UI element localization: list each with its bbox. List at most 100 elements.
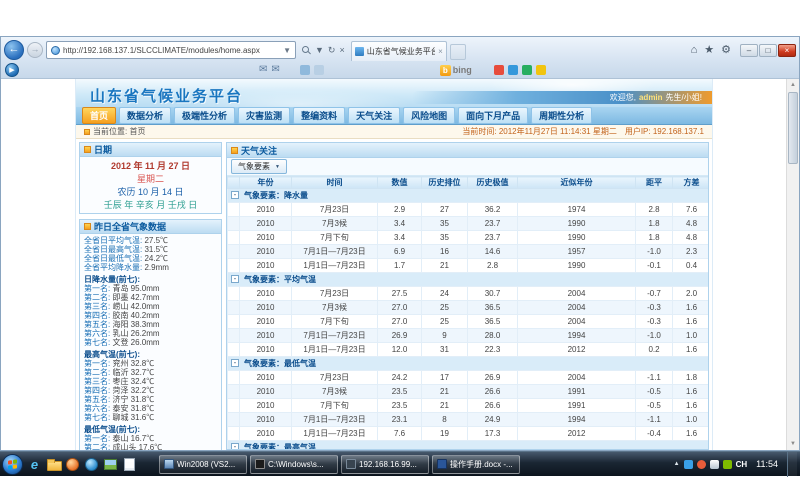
table-row[interactable]: 20107月23日2.92736.219742.87.6 (228, 203, 709, 217)
nav-item-3[interactable]: 灾害监测 (238, 107, 290, 124)
ie-icon[interactable]: e (26, 456, 43, 473)
scroll-down-icon[interactable]: ▼ (787, 438, 799, 450)
scrollbar-thumb[interactable] (788, 92, 798, 164)
taskbar-button-2[interactable]: 192.168.16.99... (341, 455, 429, 474)
tray-action-center-icon[interactable] (723, 460, 732, 469)
toolbar-shortcut-blue-icon[interactable] (508, 65, 518, 75)
tray-expand-icon[interactable]: ▲ (674, 461, 680, 467)
table-row[interactable]: 20107月23日27.52430.72004-0.72.0 (228, 287, 709, 301)
taskbar-button-1[interactable]: C:\Windows\s... (250, 455, 338, 474)
nav-item-6[interactable]: 风险地图 (403, 107, 455, 124)
column-header-1[interactable]: 时间 (292, 177, 378, 189)
table-row[interactable]: 20107月1日—7月23日6.91614.61957-1.02.3 (228, 245, 709, 259)
scroll-up-icon[interactable]: ▲ (787, 79, 799, 91)
ranking-rank: 第五名: (84, 395, 112, 404)
search-icon[interactable] (302, 46, 311, 55)
mail-icon-2[interactable]: ✉ (269, 65, 281, 75)
close-button[interactable]: × (778, 44, 796, 57)
vertical-scrollbar[interactable]: ▲ ▼ (786, 79, 799, 450)
toolbar-shortcut-red-icon[interactable] (494, 65, 504, 75)
table-section-row-2[interactable]: -气象要素：最低气温 (228, 357, 709, 371)
picture-viewer-icon[interactable] (102, 456, 119, 473)
maximize-button[interactable]: □ (759, 44, 777, 57)
table-row[interactable]: 20107月3候3.43523.719901.84.8 (228, 217, 709, 231)
element-dropdown-button[interactable]: 气象要素 ▼ (231, 159, 287, 174)
column-header-3[interactable]: 历史排位 (422, 177, 468, 189)
taskbar-button-0[interactable]: Win2008 (VS2... (159, 455, 247, 474)
clock[interactable]: 11:54 (751, 459, 783, 469)
nav-item-2[interactable]: 极端性分析 (174, 107, 235, 124)
table-row[interactable]: 20107月3候23.52126.61991-0.51.6 (228, 385, 709, 399)
table-row[interactable]: 20101月1日—7月23日12.03122.320120.21.6 (228, 343, 709, 357)
collapse-icon[interactable]: - (231, 275, 239, 283)
language-indicator[interactable]: CH (736, 460, 748, 469)
favorites-star-icon[interactable]: ★ (702, 45, 716, 56)
start-button[interactable] (2, 454, 23, 475)
bing-logo[interactable]: b bing (440, 65, 472, 76)
column-header-0[interactable]: 年份 (240, 177, 292, 189)
toolbar-shortcut-green-icon[interactable] (522, 65, 532, 75)
row-expand-cell (228, 245, 240, 259)
mail-icon[interactable]: ✉ (257, 65, 269, 75)
url-dropdown-icon[interactable]: ▼ (283, 46, 291, 55)
tray-network-icon[interactable] (684, 460, 693, 469)
settings-gear-icon[interactable]: ⚙ (719, 45, 733, 56)
back-button[interactable]: ← (4, 40, 24, 60)
row-expand-cell (228, 385, 240, 399)
search-caret-icon[interactable]: ▼ (315, 46, 324, 55)
table-section-row-0[interactable]: -气象要素：降水量 (228, 189, 709, 203)
table-row[interactable]: 20107月3候27.02536.52004-0.31.6 (228, 301, 709, 315)
new-tab-button[interactable] (450, 44, 466, 60)
cell-数值: 1.7 (378, 259, 422, 273)
nav-item-4[interactable]: 整编资料 (293, 107, 345, 124)
table-section-row-1[interactable]: -气象要素：平均气温 (228, 273, 709, 287)
nav-item-1[interactable]: 数据分析 (119, 107, 171, 124)
nav-item-8[interactable]: 周期性分析 (531, 107, 592, 124)
minimize-button[interactable]: – (740, 44, 758, 57)
taskbar-button-3[interactable]: 操作手册.docx -... (432, 455, 520, 474)
table-row[interactable]: 20101月1日—7月23日7.61917.32012-0.41.6 (228, 427, 709, 441)
column-header-6[interactable]: 距平 (636, 177, 673, 189)
table-row[interactable]: 20107月1日—7月23日23.1824.91994-1.11.0 (228, 413, 709, 427)
table-row[interactable]: 20107月下旬23.52126.61991-0.51.6 (228, 399, 709, 413)
bing-label: bing (453, 65, 472, 75)
home-icon[interactable]: ⌂ (689, 45, 700, 56)
media-player-icon[interactable] (64, 456, 81, 473)
explorer-folder-icon[interactable] (45, 456, 62, 473)
column-header-5[interactable]: 近似年份 (518, 177, 636, 189)
table-row[interactable]: 20107月下旬27.02536.52004-0.31.6 (228, 315, 709, 329)
document-icon[interactable] (121, 456, 138, 473)
nav-item-7[interactable]: 面向下月产品 (458, 107, 528, 124)
browser-logo-icon[interactable]: ▶ (5, 63, 19, 77)
cell-年份: 2010 (240, 427, 292, 441)
url-text[interactable]: http://192.168.137.1/SLCCLIMATE/modules/… (63, 46, 280, 55)
column-header-4[interactable]: 历史极值 (468, 177, 518, 189)
tray-antivirus-icon[interactable] (697, 460, 706, 469)
table-header-row: 年份时间数值历史排位历史极值近似年份距平方差 (228, 177, 709, 189)
collapse-icon[interactable]: - (231, 191, 239, 199)
collapse-icon[interactable]: - (231, 443, 239, 449)
table-row[interactable]: 20107月23日24.21726.92004-1.11.8 (228, 371, 709, 385)
table-section-row-3[interactable]: -气象要素：最高气温 (228, 441, 709, 450)
tray-volume-icon[interactable] (710, 460, 719, 469)
nav-item-5[interactable]: 天气关注 (348, 107, 400, 124)
show-desktop-button[interactable] (787, 452, 797, 477)
forward-button[interactable]: → (27, 42, 43, 58)
browser-tab[interactable]: 山东省气候业务平台... × (351, 41, 447, 61)
tab-close-icon[interactable]: × (438, 47, 443, 56)
table-row[interactable]: 20107月下旬3.43523.719901.84.8 (228, 231, 709, 245)
refresh-icon[interactable]: ↻ (328, 46, 336, 55)
favorite-shortcut-icon-2[interactable] (314, 65, 324, 75)
column-header-7[interactable]: 方差 (673, 177, 709, 189)
collapse-icon[interactable]: - (231, 359, 239, 367)
favorite-shortcut-icon[interactable] (300, 65, 310, 75)
table-row[interactable]: 20101月1日—7月23日1.7212.81990-0.10.4 (228, 259, 709, 273)
page-container: 山东省气候业务平台 欢迎您, admin 先生/小姐! 首页数据分析极端性分析灾… (75, 79, 713, 450)
column-header-2[interactable]: 数值 (378, 177, 422, 189)
messenger-icon[interactable] (83, 456, 100, 473)
toolbar-shortcut-yellow-icon[interactable] (536, 65, 546, 75)
address-bar[interactable]: http://192.168.137.1/SLCCLIMATE/modules/… (46, 41, 296, 59)
stop-icon[interactable]: × (339, 46, 344, 55)
table-row[interactable]: 20107月1日—7月23日26.9928.01994-1.01.0 (228, 329, 709, 343)
nav-item-0[interactable]: 首页 (82, 107, 116, 124)
